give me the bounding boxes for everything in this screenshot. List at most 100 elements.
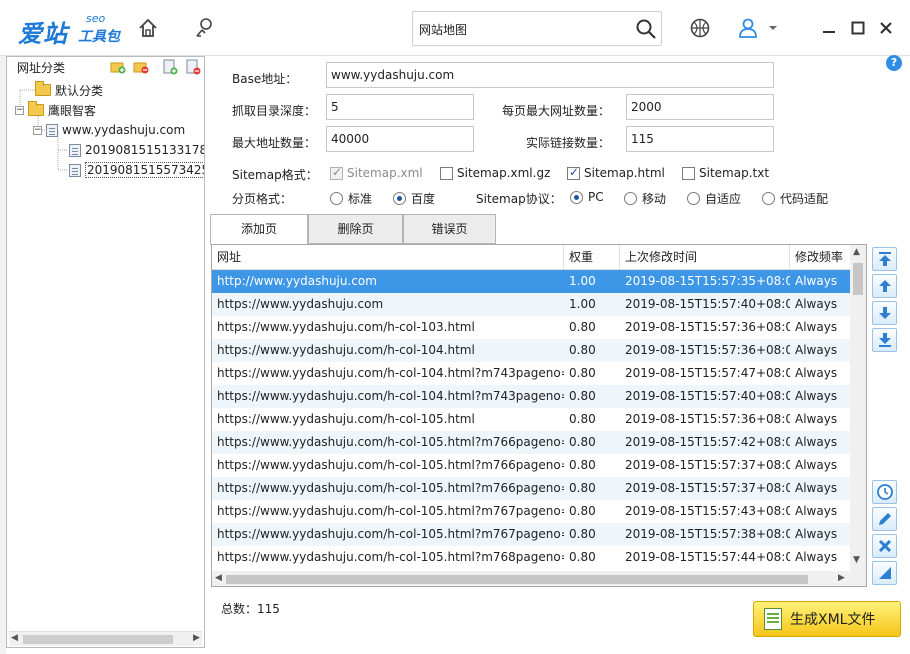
base-url-input[interactable] [326,62,774,88]
generate-xml-button[interactable]: 生成XML文件 [753,601,901,637]
cell-changefreq: Always [795,527,838,541]
radio-dot[interactable] [393,192,406,205]
tree-node-sitemap-1[interactable]: 20190815151331781 [69,141,204,159]
collapse-toggle[interactable]: − [33,125,42,135]
help-icon[interactable]: ? [886,55,902,71]
close-button[interactable] [877,19,895,37]
tab-deleted-pages[interactable]: 删除页 [308,214,403,244]
format-xml-gz-checkbox[interactable]: Sitemap.xml.gz [440,166,550,180]
arrow-down-icon [878,307,891,319]
maximize-button[interactable] [849,19,867,37]
paging-baidu-radio[interactable]: 百度 [393,190,435,207]
crawl-depth-input[interactable] [326,94,474,120]
table-row[interactable]: https://www.yydashuju.com/h-col-104.html… [212,362,850,385]
checkbox-box[interactable] [330,165,343,180]
cell-lastmod: 2019-08-15T15:57:40+08:00 [625,297,790,311]
arrow-up-icon [878,280,891,292]
search-input[interactable] [419,20,619,38]
table-header: 网址 权重 上次修改时间 修改频率 [212,245,852,270]
radio-dot[interactable] [762,192,775,205]
table-row[interactable]: https://www.yydashuju.com 1.00 2019-08-15T… [212,293,850,316]
user-dropdown-icon[interactable] [766,14,780,42]
scroll-right-icon[interactable]: ▶ [838,573,845,583]
basketball-icon[interactable] [686,14,714,42]
delete-button[interactable] [872,534,897,558]
column-header-changefreq[interactable]: 修改频率 [790,245,852,270]
broom-icon [878,567,891,579]
protocol-pc-radio[interactable]: PC [570,190,604,204]
cell-lastmod: 2019-08-15T15:57:37+08:00 [625,481,790,495]
radio-dot[interactable] [330,192,343,205]
user-icon[interactable] [734,14,762,42]
table-row[interactable]: https://www.yydashuju.com/h-col-105.html… [212,500,850,523]
add-folder-icon[interactable] [110,59,126,75]
format-txt-checkbox[interactable]: Sitemap.txt [682,166,769,180]
category-panel-title: 网址分类 [17,61,66,75]
checkbox-box[interactable] [440,166,453,180]
column-header-lastmod[interactable]: 上次修改时间 [620,245,790,270]
tree-node-site[interactable]: − www.yydashuju.com [33,121,185,139]
minimize-button[interactable] [820,19,838,37]
tab-error-pages[interactable]: 错误页 [403,214,496,244]
tab-added-pages[interactable]: 添加页 [210,214,308,245]
format-html-checkbox[interactable]: Sitemap.html [567,165,665,180]
table-row[interactable]: http://www.yydashuju.com 1.00 2019-08-15T1… [212,270,850,293]
scroll-thumb[interactable] [226,575,808,584]
tools-icon[interactable] [190,14,218,42]
table-row[interactable]: https://www.yydashuju.com/h-col-104.html… [212,339,850,362]
home-icon[interactable] [134,14,162,42]
delete-folder-icon[interactable] [133,59,149,75]
scroll-left-icon[interactable]: ◀ [11,633,18,643]
tree-horizontal-scrollbar[interactable]: ◀ ▶ [9,631,202,646]
table-row[interactable]: https://www.yydashuju.com/h-col-105.html… [212,477,850,500]
move-top-button[interactable] [872,247,897,271]
scroll-right-icon[interactable]: ▶ [193,633,200,643]
move-up-button[interactable] [872,274,897,298]
column-header-url[interactable]: 网址 [212,245,564,270]
add-page-icon[interactable] [162,59,178,75]
delete-page-icon[interactable] [185,59,201,75]
checkbox-box[interactable] [682,166,695,180]
paging-standard-radio[interactable]: 标准 [330,190,372,207]
table-row[interactable]: https://www.yydashuju.com/h-col-105.html… [212,523,850,546]
scroll-thumb[interactable] [853,263,863,295]
max-address-input[interactable] [326,126,474,152]
search-box[interactable] [412,11,662,46]
protocol-mobile-radio[interactable]: 移动 [624,190,666,207]
table-row[interactable]: https://www.yydashuju.com/h-col-103.html… [212,316,850,339]
max-per-page-input[interactable] [626,94,774,120]
table-horizontal-scrollbar[interactable]: ◀ ▶ [212,571,866,586]
table-row[interactable]: https://www.yydashuju.com/h-col-105.html… [212,454,850,477]
checkbox-box[interactable] [567,165,580,180]
scroll-up-icon[interactable]: ▲ [853,247,860,257]
table-row[interactable]: https://www.yydashuju.com/h-col-105.html… [212,431,850,454]
table-row[interactable]: https://www.yydashuju.com/h-col-104.html… [212,385,850,408]
move-bottom-button[interactable] [872,328,897,352]
cell-priority: 0.80 [569,504,596,518]
table-row[interactable]: https://www.yydashuju.com/h-col-105.html… [212,408,850,431]
scroll-down-icon[interactable]: ▼ [853,555,860,565]
search-icon[interactable] [635,18,657,43]
scroll-thumb[interactable] [23,635,173,644]
move-down-button[interactable] [872,301,897,325]
tree-node-yingyan[interactable]: − 鹰眼智客 [15,101,96,119]
tree-node-sitemap-2[interactable]: 20190815155734252 [69,161,204,179]
paging-format-label: 分页格式： [232,192,293,206]
protocol-adaptive-radio[interactable]: 自适应 [687,190,741,207]
clear-button[interactable] [872,561,897,585]
schedule-button[interactable] [872,480,897,504]
actual-links-input[interactable] [626,126,774,152]
table-row[interactable]: https://www.yydashuju.com/h-col-105.html… [212,546,850,569]
scroll-left-icon[interactable]: ◀ [215,573,222,583]
radio-dot[interactable] [570,190,583,204]
radio-dot[interactable] [624,192,637,205]
column-header-priority[interactable]: 权重 [564,245,620,270]
tree-node-default[interactable]: 默认分类 [35,81,103,99]
radio-dot[interactable] [687,192,700,205]
protocol-code-adapt-radio[interactable]: 代码适配 [762,190,828,207]
cell-priority: 0.80 [569,550,596,564]
format-xml-checkbox[interactable]: Sitemap.xml [330,165,423,180]
table-vertical-scrollbar[interactable]: ▲ ▼ [850,245,866,571]
edit-button[interactable] [872,507,897,531]
collapse-toggle[interactable]: − [15,105,24,115]
